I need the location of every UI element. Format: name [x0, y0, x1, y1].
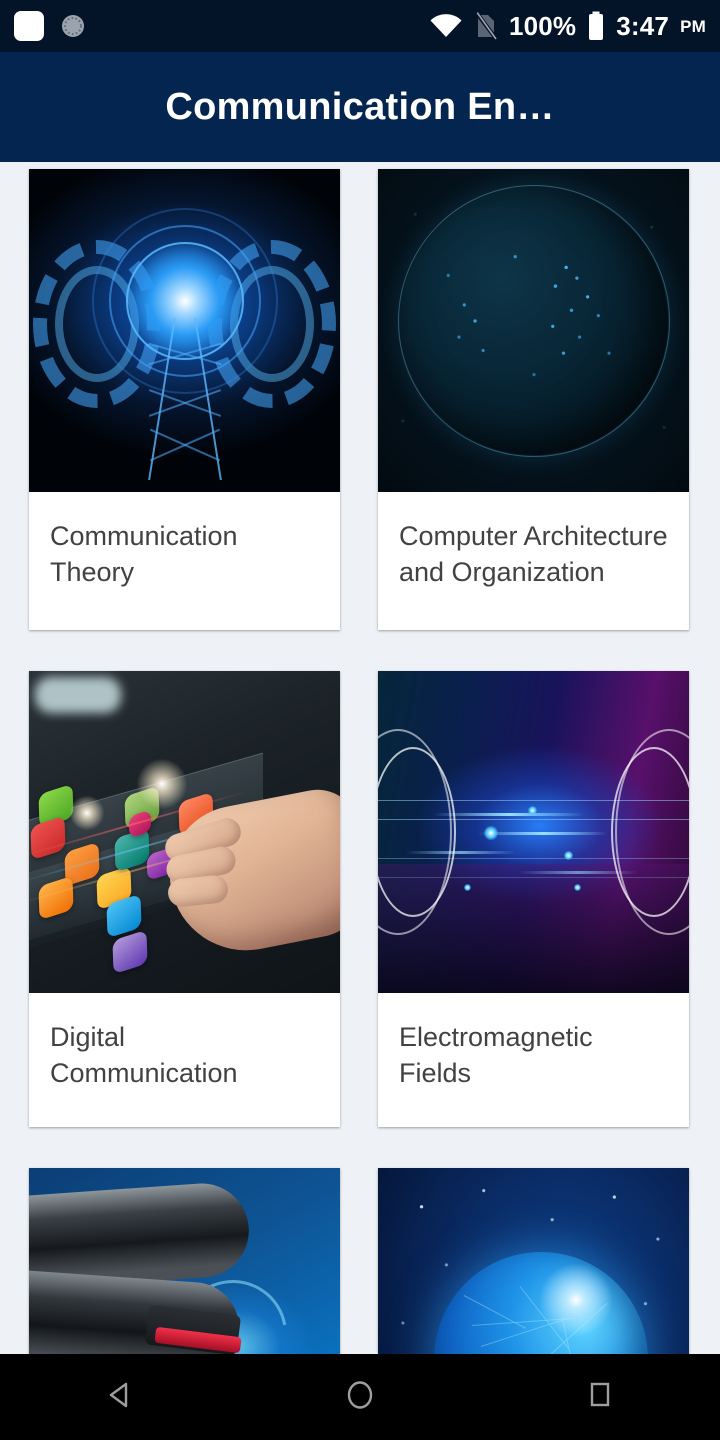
phone-screen: 100% 3:47 PM Communication En… Communica… [0, 0, 720, 1440]
course-card-body: Digital Communication [29, 993, 340, 1127]
page-title: Communication En… [165, 85, 555, 128]
sync-progress-icon [58, 11, 88, 41]
course-card-partial-right[interactable] [378, 1168, 689, 1354]
wifi-icon [429, 13, 463, 39]
course-thumbnail-radio-tower [29, 169, 340, 492]
back-button[interactable] [60, 1354, 180, 1440]
status-bar-notifications [14, 11, 88, 41]
course-grid: Communication Theory Computer Architectu… [0, 162, 720, 1354]
app-notification-icon [14, 11, 44, 41]
home-button[interactable] [300, 1354, 420, 1440]
course-title: Communication Theory [50, 521, 238, 587]
course-title: Computer Architecture and Organization [399, 521, 668, 587]
status-bar-system-icons: 100% 3:47 PM [429, 11, 706, 41]
course-thumbnail-polygon-sphere [378, 1168, 689, 1354]
course-card-body: Communication Theory [29, 492, 340, 630]
course-thumbnail-app-icons-hand [29, 671, 340, 993]
course-title: Electromagnetic Fields [399, 1022, 593, 1088]
system-navigation-bar [0, 1354, 720, 1440]
course-thumbnail-em-field-tunnel [378, 671, 689, 993]
status-bar-time: 3:47 [616, 11, 670, 41]
home-circle-icon [342, 1377, 378, 1418]
status-bar-meridiem: PM [680, 16, 706, 36]
battery-percent-label: 100% [508, 11, 577, 41]
recents-button[interactable] [540, 1354, 660, 1440]
course-title: Digital Communication [50, 1022, 238, 1088]
course-card-digital-communication[interactable]: Digital Communication [29, 671, 340, 1127]
course-card-body: Computer Architecture and Organization [378, 492, 689, 630]
course-thumbnail-fiber-cable [29, 1168, 340, 1354]
course-list-scroll-area[interactable]: Communication Theory Computer Architectu… [0, 162, 720, 1354]
status-bar: 100% 3:47 PM [0, 0, 720, 52]
recents-square-icon [582, 1377, 618, 1418]
app-bar: Communication En… [0, 52, 720, 162]
no-sim-icon [474, 11, 498, 41]
battery-full-icon [587, 11, 605, 41]
course-card-computer-architecture-and-organization[interactable]: Computer Architecture and Organization [378, 169, 689, 630]
course-card-communication-theory[interactable]: Communication Theory [29, 169, 340, 630]
course-card-electromagnetic-fields[interactable]: Electromagnetic Fields [378, 671, 689, 1127]
course-thumbnail-digital-globe [378, 169, 689, 492]
back-triangle-icon [102, 1377, 138, 1418]
course-card-body: Electromagnetic Fields [378, 993, 689, 1127]
course-card-partial-left[interactable] [29, 1168, 340, 1354]
